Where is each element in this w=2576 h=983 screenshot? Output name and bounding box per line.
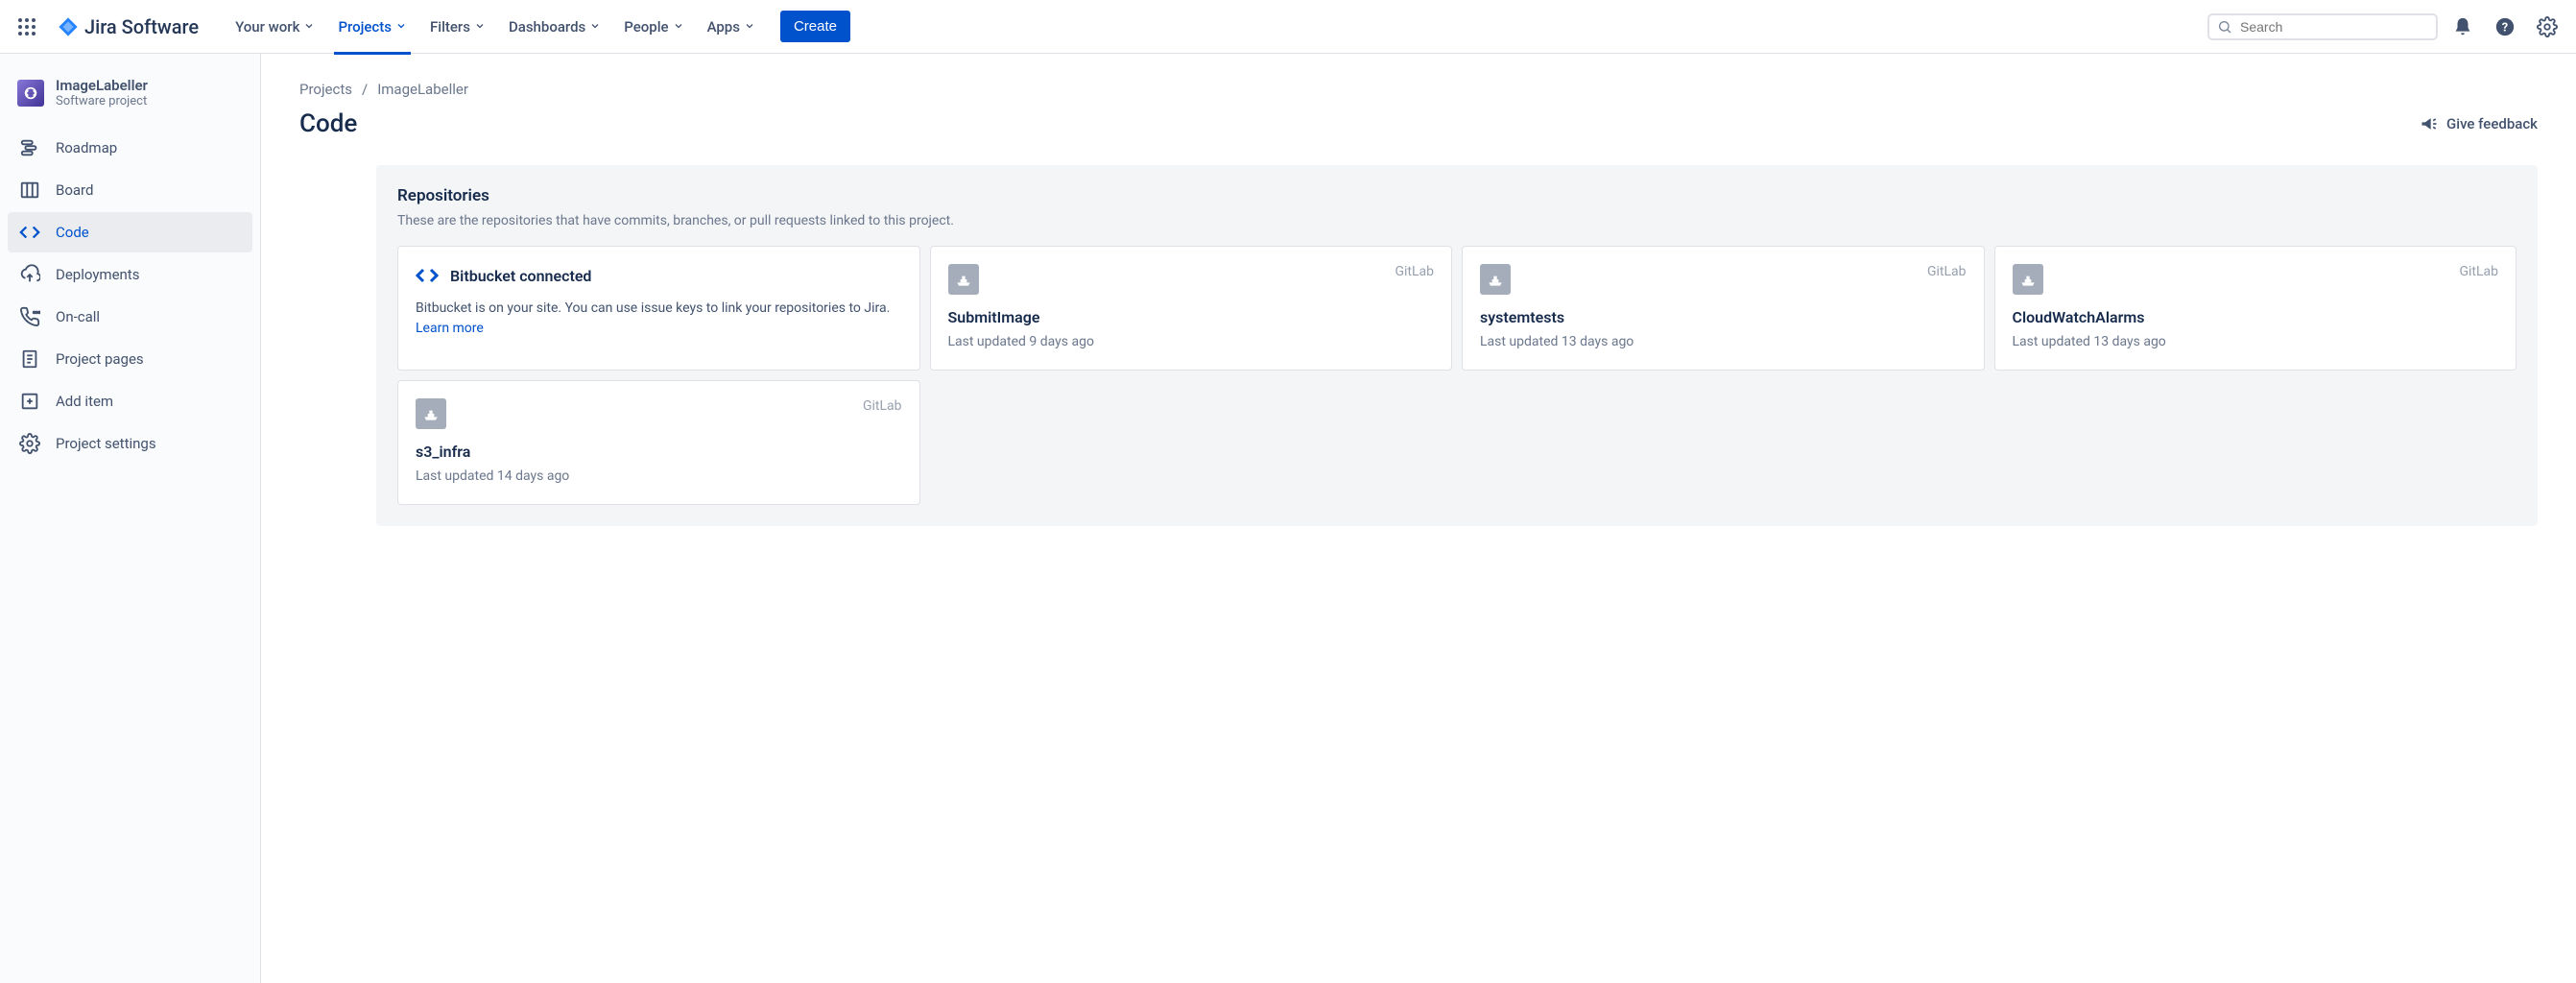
repo-name: CloudWatchAlarms [2013,308,2499,326]
repo-card[interactable]: GitLab systemtests Last updated 13 days ag… [1462,246,1985,371]
learn-more-link[interactable]: Learn more [416,321,484,336]
code-icon [416,264,439,287]
sidebar-item-project-settings[interactable]: Project settings [8,423,252,464]
create-button[interactable]: Create [780,11,850,42]
repo-provider-icon [416,398,446,429]
code-icon [19,222,40,243]
repo-provider-label: GitLab [863,398,902,414]
board-icon [19,180,40,201]
oncall-icon [19,306,40,327]
chevron-down-icon [673,18,684,36]
nav-item-label: Filters [430,18,470,36]
notifications-icon[interactable] [2445,10,2480,44]
repo-provider-icon [1480,264,1511,295]
nav-item-label: Dashboards [509,18,585,36]
project-sidebar: ImageLabeller Software project Roadmap Bo… [0,54,261,983]
jira-logo-icon [58,16,79,37]
sidebar-item-label: Roadmap [56,139,117,156]
repo-provider-icon [2013,264,2043,295]
search-input[interactable] [2240,19,2428,35]
top-navigation: Jira Software Your work Projects Filters Da… [0,0,2576,54]
sidebar-item-label: Deployments [56,266,139,283]
nav-item-your-work[interactable]: Your work [226,12,324,41]
page-title: Code [299,109,357,138]
repo-updated: Last updated 13 days ago [2013,334,2499,349]
settings-icon [19,433,40,454]
repo-updated: Last updated 14 days ago [416,468,902,484]
chevron-down-icon [303,18,315,36]
settings-icon[interactable] [2530,10,2564,44]
repo-updated: Last updated 13 days ago [1480,334,1967,349]
repositories-panel: Repositories These are the repositories … [376,165,2538,526]
nav-item-filters[interactable]: Filters [420,12,495,41]
chevron-down-icon [474,18,486,36]
sidebar-item-label: Add item [56,393,113,410]
breadcrumb-root[interactable]: Projects [299,81,352,98]
app-switcher-icon[interactable] [12,12,42,42]
sidebar-item-board[interactable]: Board [8,170,252,210]
sidebar-item-label: On-call [56,308,100,325]
repo-provider-label: GitLab [1395,264,1434,279]
nav-item-dashboards[interactable]: Dashboards [499,12,610,41]
repo-provider-label: GitLab [1927,264,1967,279]
bitbucket-connected-card: Bitbucket connected Bitbucket is on your … [397,246,920,371]
sidebar-item-label: Board [56,181,93,199]
panel-title: Repositories [397,186,2516,205]
repo-card[interactable]: GitLab CloudWatchAlarms Last updated 13 da… [1994,246,2517,371]
chevron-down-icon [589,18,601,36]
project-type: Software project [56,94,148,108]
sidebar-item-add-item[interactable]: Add item [8,381,252,421]
additem-icon [19,391,40,412]
sidebar-item-code[interactable]: Code [8,212,252,252]
bitbucket-description: Bitbucket is on your site. You can use i… [416,299,902,339]
sidebar-item-roadmap[interactable]: Roadmap [8,128,252,168]
breadcrumb-project[interactable]: ImageLabeller [377,81,468,98]
deployments-icon [19,264,40,285]
sidebar-item-label: Code [56,224,89,241]
repo-card[interactable]: GitLab s3_infra Last updated 14 days ago [397,380,920,505]
repo-updated: Last updated 9 days ago [948,334,1435,349]
repo-name: systemtests [1480,308,1967,326]
primary-nav: Your work Projects Filters Dashboards People… [226,12,765,41]
search-field[interactable] [2207,13,2438,40]
repo-name: SubmitImage [948,308,1435,326]
nav-item-label: Projects [338,18,392,36]
nav-item-people[interactable]: People [614,12,693,41]
sidebar-item-label: Project settings [56,435,156,452]
sidebar-item-deployments[interactable]: Deployments [8,254,252,295]
give-feedback-button[interactable]: Give feedback [2420,114,2538,133]
breadcrumb-sep: / [362,81,368,98]
nav-item-label: Your work [235,18,299,36]
project-name: ImageLabeller [56,77,148,94]
sidebar-item-project-pages[interactable]: Project pages [8,339,252,379]
sidebar-item-on-call[interactable]: On-call [8,297,252,337]
nav-item-label: Apps [707,18,740,36]
megaphone-icon [2420,114,2439,133]
chevron-down-icon [744,18,755,36]
repo-card[interactable]: GitLab SubmitImage Last updated 9 days ago [930,246,1453,371]
svg-text:?: ? [2502,20,2508,35]
repo-provider-label: GitLab [2459,264,2498,279]
help-icon[interactable]: ? [2488,10,2522,44]
feedback-label: Give feedback [2446,115,2538,132]
bitbucket-title: Bitbucket connected [450,267,591,285]
nav-item-apps[interactable]: Apps [698,12,765,41]
repo-name: s3_infra [416,443,902,461]
breadcrumb: Projects / ImageLabeller [299,81,2538,98]
roadmap-icon [19,137,40,158]
main-content: Projects / ImageLabeller Code Give feedb… [261,54,2576,983]
nav-item-projects[interactable]: Projects [328,12,417,41]
repo-provider-icon [948,264,979,295]
project-header[interactable]: ImageLabeller Software project [8,73,252,128]
nav-item-label: People [624,18,668,36]
logo-text: Jira Software [84,15,199,38]
panel-description: These are the repositories that have com… [397,213,2516,228]
jira-logo[interactable]: Jira Software [50,15,206,38]
chevron-down-icon [395,18,407,36]
search-icon [2217,19,2232,35]
project-avatar-icon [17,80,44,107]
pages-icon [19,348,40,370]
sidebar-item-label: Project pages [56,350,144,368]
